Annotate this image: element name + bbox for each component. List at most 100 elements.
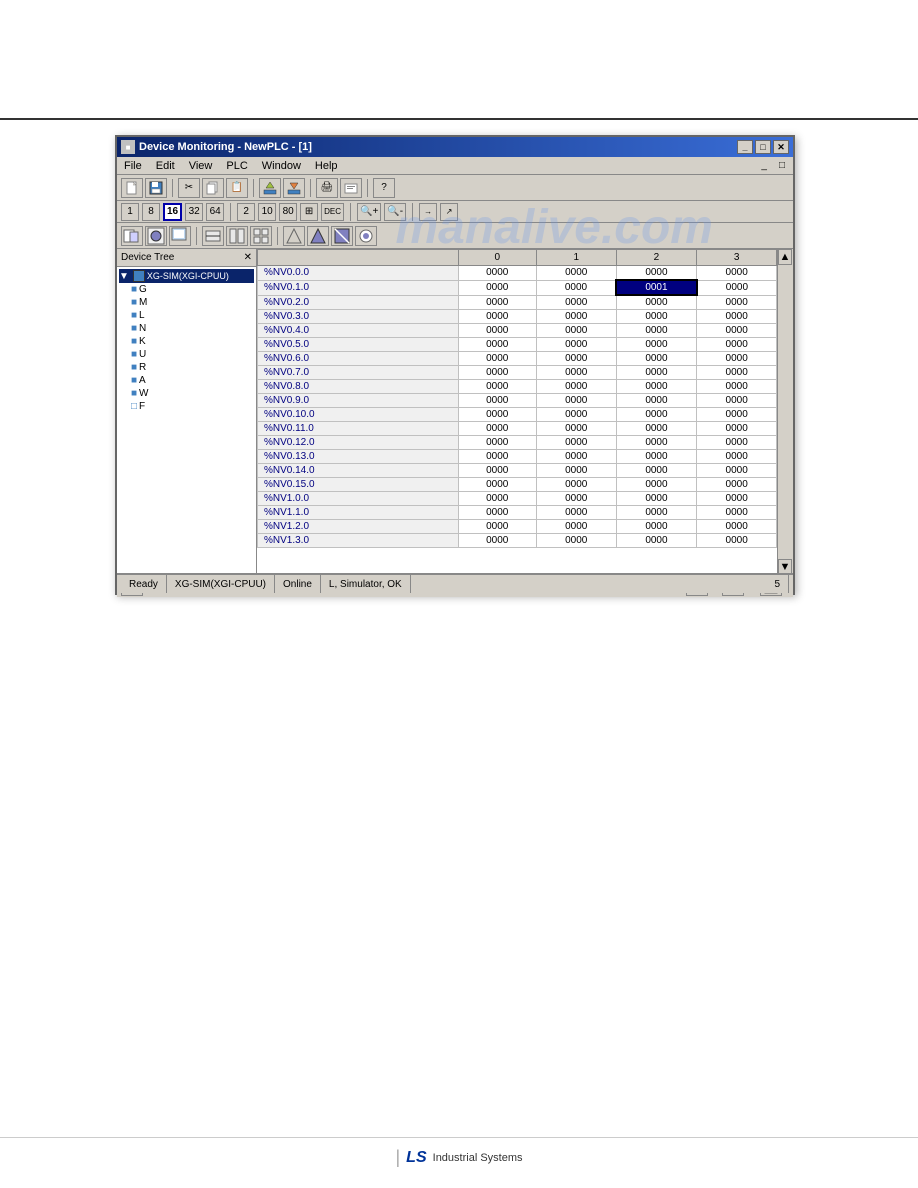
t2-btn7[interactable] bbox=[355, 226, 377, 246]
num-btn-b1[interactable]: 80 bbox=[279, 203, 297, 221]
grid-cell-value[interactable]: 0000 bbox=[536, 366, 616, 380]
grid-cell-value[interactable]: 0000 bbox=[697, 464, 777, 478]
grid-cell-value[interactable]: 0000 bbox=[458, 478, 536, 492]
grid-cell-value[interactable]: 0000 bbox=[697, 520, 777, 534]
table-row[interactable]: %NV0.6.00000000000000000 bbox=[258, 352, 777, 366]
grid-cell-value[interactable]: 0001 bbox=[616, 280, 697, 295]
tree-item-l[interactable]: ■ L bbox=[119, 309, 254, 322]
grid-cell-value[interactable]: 0000 bbox=[616, 295, 697, 310]
grid-cell-value[interactable]: 0000 bbox=[536, 422, 616, 436]
grid-cell-value[interactable]: 0000 bbox=[458, 408, 536, 422]
t2-btn2[interactable] bbox=[226, 226, 248, 246]
scroll-up-btn[interactable]: ▲ bbox=[778, 249, 792, 265]
table-row[interactable]: %NV0.11.00000000000000000 bbox=[258, 422, 777, 436]
grid-cell-value[interactable]: 0000 bbox=[616, 534, 697, 548]
grid-cell-value[interactable]: 0000 bbox=[458, 324, 536, 338]
grid-cell-value[interactable]: 0000 bbox=[536, 436, 616, 450]
title-bar-controls[interactable]: _ □ ✕ bbox=[737, 140, 789, 154]
num-btn-10[interactable]: 10 bbox=[258, 203, 276, 221]
grid-cell-value[interactable]: 0000 bbox=[536, 324, 616, 338]
table-row[interactable]: %NV0.2.00000000000000000 bbox=[258, 295, 777, 310]
menu-item-file[interactable]: File bbox=[121, 159, 145, 173]
num-btn-b2[interactable]: ⊞ bbox=[300, 203, 318, 221]
grid-cell-value[interactable]: 0000 bbox=[697, 338, 777, 352]
table-row[interactable]: %NV1.3.00000000000000000 bbox=[258, 534, 777, 548]
grid-cell-value[interactable]: 0000 bbox=[616, 380, 697, 394]
grid-cell-value[interactable]: 0000 bbox=[536, 408, 616, 422]
grid-cell-value[interactable]: 0000 bbox=[536, 280, 616, 295]
grid-cell-value[interactable]: 0000 bbox=[536, 352, 616, 366]
grid-cell-value[interactable]: 0000 bbox=[697, 366, 777, 380]
grid-cell-value[interactable]: 0000 bbox=[697, 408, 777, 422]
table-row[interactable]: %NV0.10.00000000000000000 bbox=[258, 408, 777, 422]
grid-cell-value[interactable]: 0000 bbox=[697, 295, 777, 310]
num-btn-16[interactable]: 16 bbox=[163, 203, 182, 221]
t2-btn1[interactable] bbox=[202, 226, 224, 246]
grid-cell-value[interactable]: 0000 bbox=[536, 295, 616, 310]
zoom-out-btn[interactable]: 🔍- bbox=[384, 203, 406, 221]
copy-button[interactable] bbox=[202, 178, 224, 198]
grid-cell-value[interactable]: 0000 bbox=[536, 464, 616, 478]
table-row[interactable]: %NV0.5.00000000000000000 bbox=[258, 338, 777, 352]
tree-close-btn[interactable]: ✕ bbox=[244, 252, 252, 263]
t2-btn5[interactable] bbox=[307, 226, 329, 246]
num-btn-64[interactable]: 64 bbox=[206, 203, 224, 221]
grid-cell-value[interactable]: 0000 bbox=[536, 506, 616, 520]
grid-cell-value[interactable]: 0000 bbox=[697, 478, 777, 492]
grid-cell-value[interactable]: 0000 bbox=[697, 280, 777, 295]
table-row[interactable]: %NV0.15.00000000000000000 bbox=[258, 478, 777, 492]
table-row[interactable]: %NV0.0.00000000000000000 bbox=[258, 266, 777, 281]
table-row[interactable]: %NV0.12.00000000000000000 bbox=[258, 436, 777, 450]
grid-cell-value[interactable]: 0000 bbox=[697, 534, 777, 548]
grid-cell-value[interactable]: 0000 bbox=[616, 352, 697, 366]
grid-cell-value[interactable]: 0000 bbox=[458, 422, 536, 436]
grid-cell-value[interactable]: 0000 bbox=[697, 436, 777, 450]
table-row[interactable]: %NV0.1.00000000000010000 bbox=[258, 280, 777, 295]
addr-btn[interactable] bbox=[121, 226, 143, 246]
grid-cell-value[interactable]: 0000 bbox=[616, 324, 697, 338]
grid-cell-value[interactable]: 0000 bbox=[697, 310, 777, 324]
grid-cell-value[interactable]: 0000 bbox=[616, 506, 697, 520]
grid-cell-value[interactable]: 0000 bbox=[458, 352, 536, 366]
grid-cell-value[interactable]: 0000 bbox=[697, 394, 777, 408]
grid-cell-value[interactable]: 0000 bbox=[458, 310, 536, 324]
grid-cell-value[interactable]: 0000 bbox=[616, 366, 697, 380]
zoom-in-btn[interactable]: 🔍+ bbox=[357, 203, 381, 221]
grid-cell-value[interactable]: 0000 bbox=[458, 295, 536, 310]
grid-cell-value[interactable]: 0000 bbox=[458, 506, 536, 520]
grid-cell-value[interactable]: 0000 bbox=[697, 352, 777, 366]
grid-cell-value[interactable]: 0000 bbox=[536, 534, 616, 548]
grid-cell-value[interactable]: 0000 bbox=[697, 380, 777, 394]
grid-cell-value[interactable]: 0000 bbox=[458, 534, 536, 548]
grid-cell-value[interactable]: 0000 bbox=[616, 450, 697, 464]
grid-cell-value[interactable]: 0000 bbox=[458, 266, 536, 281]
go-btn[interactable]: → bbox=[419, 203, 437, 221]
grid-cell-value[interactable]: 0000 bbox=[697, 324, 777, 338]
grid-cell-value[interactable]: 0000 bbox=[536, 492, 616, 506]
grid-cell-value[interactable]: 0000 bbox=[536, 478, 616, 492]
grid-cell-value[interactable]: 0000 bbox=[616, 408, 697, 422]
grid-cell-value[interactable]: 0000 bbox=[616, 436, 697, 450]
num-btn-2[interactable]: 2 bbox=[237, 203, 255, 221]
monitor-btn[interactable] bbox=[169, 226, 191, 246]
tree-item-m[interactable]: ■ M bbox=[119, 296, 254, 309]
grid-cell-value[interactable]: 0000 bbox=[458, 520, 536, 534]
grid-cell-value[interactable]: 0000 bbox=[536, 520, 616, 534]
grid-cell-value[interactable]: 0000 bbox=[616, 492, 697, 506]
download-button[interactable] bbox=[283, 178, 305, 198]
addr2-btn[interactable] bbox=[145, 226, 167, 246]
scrollbar[interactable]: ▲ ▼ bbox=[777, 249, 793, 575]
grid-cell-value[interactable]: 0000 bbox=[536, 450, 616, 464]
grid-cell-value[interactable]: 0000 bbox=[616, 464, 697, 478]
table-row[interactable]: %NV0.7.00000000000000000 bbox=[258, 366, 777, 380]
save-button[interactable] bbox=[145, 178, 167, 198]
grid-cell-value[interactable]: 0000 bbox=[697, 450, 777, 464]
paste-button[interactable]: 📋 bbox=[226, 178, 248, 198]
table-row[interactable]: %NV0.9.00000000000000000 bbox=[258, 394, 777, 408]
menu-item-plc[interactable]: PLC bbox=[223, 159, 250, 173]
menu-item-help[interactable]: Help bbox=[312, 159, 341, 173]
grid-cell-value[interactable]: 0000 bbox=[616, 310, 697, 324]
new-button[interactable] bbox=[121, 178, 143, 198]
grid-cell-value[interactable]: 0000 bbox=[616, 478, 697, 492]
grid-cell-value[interactable]: 0000 bbox=[697, 506, 777, 520]
